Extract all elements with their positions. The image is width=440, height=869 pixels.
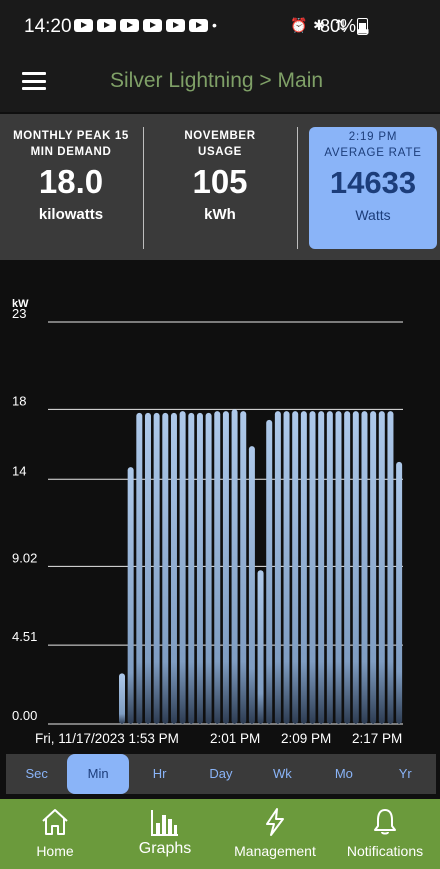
usage-label-1: NOVEMBER: [184, 130, 256, 142]
chart-bar[interactable]: [153, 412, 160, 724]
chart-bar[interactable]: [396, 461, 403, 724]
monthly-usage-stat: NOVEMBER USAGE 105 kWh: [144, 114, 296, 274]
nav-graphs[interactable]: Graphs: [110, 799, 220, 869]
chart-bar[interactable]: [170, 412, 177, 724]
y-tick-label: 9.02: [12, 550, 37, 565]
chart-bar[interactable]: [309, 411, 316, 724]
period-tab-min[interactable]: Min: [67, 754, 129, 794]
x-tick-label: Fri, 11/17/2023 1:53 PM: [35, 731, 179, 746]
youtube-icon: [166, 19, 185, 32]
youtube-icon: [74, 19, 93, 32]
more-notifications-dot-icon: •: [212, 17, 217, 33]
notification-icons: [74, 19, 208, 32]
youtube-icon: [143, 19, 162, 32]
y-tick-label: 0.00: [12, 708, 37, 723]
period-tab-mo[interactable]: Mo: [313, 754, 374, 794]
chart-bar[interactable]: [231, 409, 238, 724]
chart-bar[interactable]: [205, 412, 212, 724]
chart-bar[interactable]: [335, 411, 342, 724]
menu-icon[interactable]: [22, 72, 46, 90]
period-tab-yr[interactable]: Yr: [375, 754, 436, 794]
nav-home[interactable]: Home: [0, 799, 110, 869]
chart-bar[interactable]: [361, 411, 368, 724]
chart-bar[interactable]: [370, 411, 377, 724]
chart-bar[interactable]: [344, 411, 351, 724]
rate-value: 14633: [329, 165, 417, 200]
youtube-icon: [189, 19, 208, 32]
chart-bar[interactable]: [283, 411, 290, 724]
chart-bar[interactable]: [266, 419, 273, 724]
chart-bar[interactable]: [352, 411, 359, 724]
y-tick-label: 4.51: [12, 629, 37, 644]
alarm-icon: ⏰: [290, 17, 308, 33]
y-tick-label: 14: [12, 463, 26, 478]
chart-bar[interactable]: [257, 570, 264, 724]
peak-demand-stat: MONTHLY PEAK 15 MIN DEMAND 18.0 kilowatt…: [0, 114, 142, 274]
nav-notifications[interactable]: Notifications: [330, 799, 440, 869]
chart-bar[interactable]: [292, 411, 299, 724]
peak-demand-label-1: MONTHLY PEAK 15: [13, 130, 129, 142]
peak-demand-label-2: MIN DEMAND: [30, 146, 112, 158]
battery-icon: [357, 18, 368, 35]
period-selector: Sec Min Hr Day Wk Mo Yr: [6, 754, 436, 794]
peak-demand-value: 18.0: [38, 163, 104, 200]
divider: [297, 127, 298, 249]
chart-bar[interactable]: [240, 411, 247, 724]
y-tick-label: 18: [12, 393, 26, 408]
youtube-icon: [97, 19, 116, 32]
nav-notifications-label: Notifications: [346, 843, 424, 859]
chart-bar[interactable]: [318, 411, 325, 724]
usage-label-2: USAGE: [198, 146, 242, 158]
status-bar: 14:20 • ⏰ ✱ ⇅ ▂ 80%: [0, 0, 440, 52]
chart-bar[interactable]: [144, 412, 151, 724]
chart-bar[interactable]: [214, 411, 221, 724]
period-tab-hr[interactable]: Hr: [129, 754, 190, 794]
page-title: Silver Lightning > Main: [110, 69, 324, 92]
x-tick-label: 2:09 PM: [281, 731, 331, 746]
usage-unit: kWh: [204, 206, 236, 223]
stats-panel: MONTHLY PEAK 15 MIN DEMAND 18.0 kilowatt…: [0, 114, 440, 260]
home-icon: [42, 809, 68, 835]
chart-bar[interactable]: [378, 411, 385, 724]
rate-time: 2:19 PM: [348, 131, 398, 143]
chart-bar[interactable]: [127, 467, 134, 724]
rate-unit: Watts: [355, 207, 391, 223]
usage-value: 105: [192, 163, 248, 200]
chart-bar[interactable]: [162, 412, 169, 724]
chart-bar[interactable]: [136, 412, 143, 724]
rate-label: AVERAGE RATE: [324, 147, 422, 159]
chart-bar[interactable]: [387, 411, 394, 724]
chart-bar[interactable]: [274, 411, 281, 724]
chart-bar[interactable]: [248, 446, 255, 724]
status-time: 14:20: [24, 16, 72, 37]
chart-bar[interactable]: [326, 411, 333, 724]
average-rate-card[interactable]: 2:19 PM AVERAGE RATE 14633 Watts: [309, 127, 437, 249]
nav-graphs-label: Graphs: [138, 840, 192, 857]
chart-svg: kW 2318149.024.510.00 Fri, 11/17/2023 1:…: [12, 298, 403, 746]
y-tick-label: 23: [12, 306, 26, 321]
period-tab-day[interactable]: Day: [190, 754, 251, 794]
nav-management-label: Management: [234, 843, 316, 859]
chart-bar[interactable]: [179, 411, 186, 724]
chart-bar[interactable]: [119, 673, 125, 724]
chart-bar[interactable]: [222, 411, 229, 724]
period-tab-sec[interactable]: Sec: [6, 754, 67, 794]
peak-demand-unit: kilowatts: [38, 206, 104, 223]
usage-chart[interactable]: kW 23 18 14 9.02 4.51 0.00 Fri, 11/17/2023 1:…: [0, 262, 440, 754]
nav-home-label: Home: [36, 843, 74, 859]
chart-bar[interactable]: [188, 412, 195, 724]
x-tick-label: 2:01 PM: [210, 731, 260, 746]
battery-percent: 80%: [320, 16, 357, 36]
period-tab-wk[interactable]: Wk: [252, 754, 313, 794]
chart-bar[interactable]: [300, 411, 307, 724]
youtube-icon: [120, 19, 139, 32]
bar-chart-icon: [151, 810, 178, 836]
lightning-icon: [266, 808, 284, 836]
x-tick-label: 2:17 PM: [352, 731, 402, 746]
bell-icon: [374, 809, 396, 835]
nav-management[interactable]: Management: [220, 799, 330, 869]
chart-bar[interactable]: [196, 412, 203, 724]
app-bar: Silver Lightning > Main: [0, 52, 440, 112]
bottom-nav: Home Graphs Management Notifications: [0, 799, 440, 869]
